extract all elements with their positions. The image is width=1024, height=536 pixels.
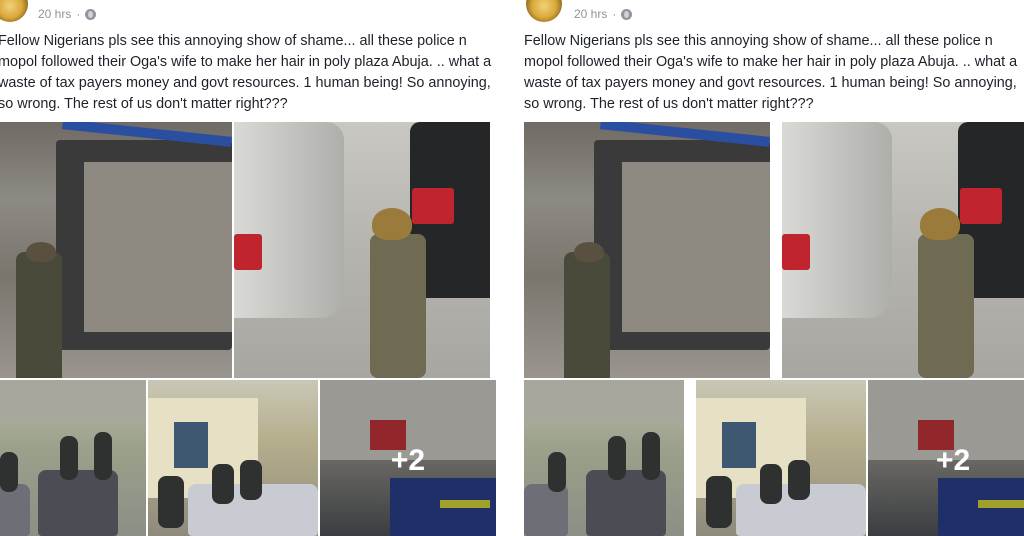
taillight <box>782 234 810 270</box>
officer-helmet <box>920 208 960 240</box>
photo-truck-officers[interactable] <box>0 122 232 378</box>
facebook-post-right: 20 hrs · Fellow Nigerians pls see this a… <box>510 0 1024 536</box>
officer-figure <box>60 436 78 480</box>
globe-icon[interactable] <box>621 8 633 20</box>
officer-figure <box>788 460 810 500</box>
building-window <box>722 422 756 468</box>
truck-bed <box>622 162 770 332</box>
officer-figure <box>16 252 62 378</box>
officer-figure <box>760 464 782 504</box>
officer-figure <box>548 452 566 492</box>
avatar[interactable] <box>526 0 562 22</box>
background-building <box>524 380 684 420</box>
background-building <box>0 380 146 420</box>
silver-car <box>782 122 892 318</box>
parked-car <box>38 470 118 536</box>
officer-figure <box>918 234 974 378</box>
officer-figure <box>706 476 732 528</box>
silver-car <box>234 122 344 318</box>
photo-more[interactable]: +2 <box>868 380 1024 536</box>
officer-head <box>574 242 604 262</box>
post-timestamp[interactable]: 20 hrs <box>574 7 607 21</box>
more-photos-count[interactable]: +2 <box>320 444 496 478</box>
post-text: Fellow Nigerians pls see this annoying s… <box>0 33 492 112</box>
photo-truck-officers[interactable] <box>524 122 770 378</box>
parked-car <box>524 484 568 536</box>
truck-bed <box>84 162 232 332</box>
officer-figure <box>158 476 184 528</box>
officer-figure <box>94 432 112 480</box>
post-meta: 20 hrs · <box>574 7 633 21</box>
avatar[interactable] <box>0 0 28 22</box>
post-timestamp[interactable]: 20 hrs <box>38 7 71 21</box>
officer-head <box>26 242 56 262</box>
parked-car <box>586 470 666 536</box>
photo-building-officers[interactable] <box>696 380 866 536</box>
post-meta: 20 hrs · <box>38 7 97 21</box>
post-header: 20 hrs · <box>510 0 1024 28</box>
post-header: 20 hrs · <box>0 0 496 28</box>
officer-figure <box>212 464 234 504</box>
officer-figure <box>240 460 262 500</box>
more-photos-count[interactable]: +2 <box>936 444 1024 478</box>
post-text: Fellow Nigerians pls see this annoying s… <box>524 33 1018 112</box>
officer-helmet <box>372 208 412 240</box>
officer-figure <box>0 452 18 492</box>
globe-icon[interactable] <box>85 8 97 20</box>
meta-separator: · <box>612 7 617 21</box>
photo-officer-cars[interactable] <box>782 122 1024 378</box>
officer-figure <box>564 252 610 378</box>
officer-figure <box>370 234 426 378</box>
officer-figure <box>608 436 626 480</box>
parked-car <box>0 484 30 536</box>
taillight <box>412 188 454 224</box>
photo-building-officers[interactable] <box>148 380 318 536</box>
photo-street-officers[interactable] <box>524 380 684 536</box>
photo-street-officers[interactable] <box>0 380 146 536</box>
photo-officer-cars[interactable] <box>234 122 490 378</box>
building-window <box>174 422 208 468</box>
taillight <box>960 188 1002 224</box>
photo-more[interactable]: +2 <box>320 380 496 536</box>
officer-figure <box>642 432 660 480</box>
taillight <box>234 234 262 270</box>
facebook-post-left: 20 hrs · Fellow Nigerians pls see this a… <box>0 0 496 536</box>
meta-separator: · <box>76 7 81 21</box>
